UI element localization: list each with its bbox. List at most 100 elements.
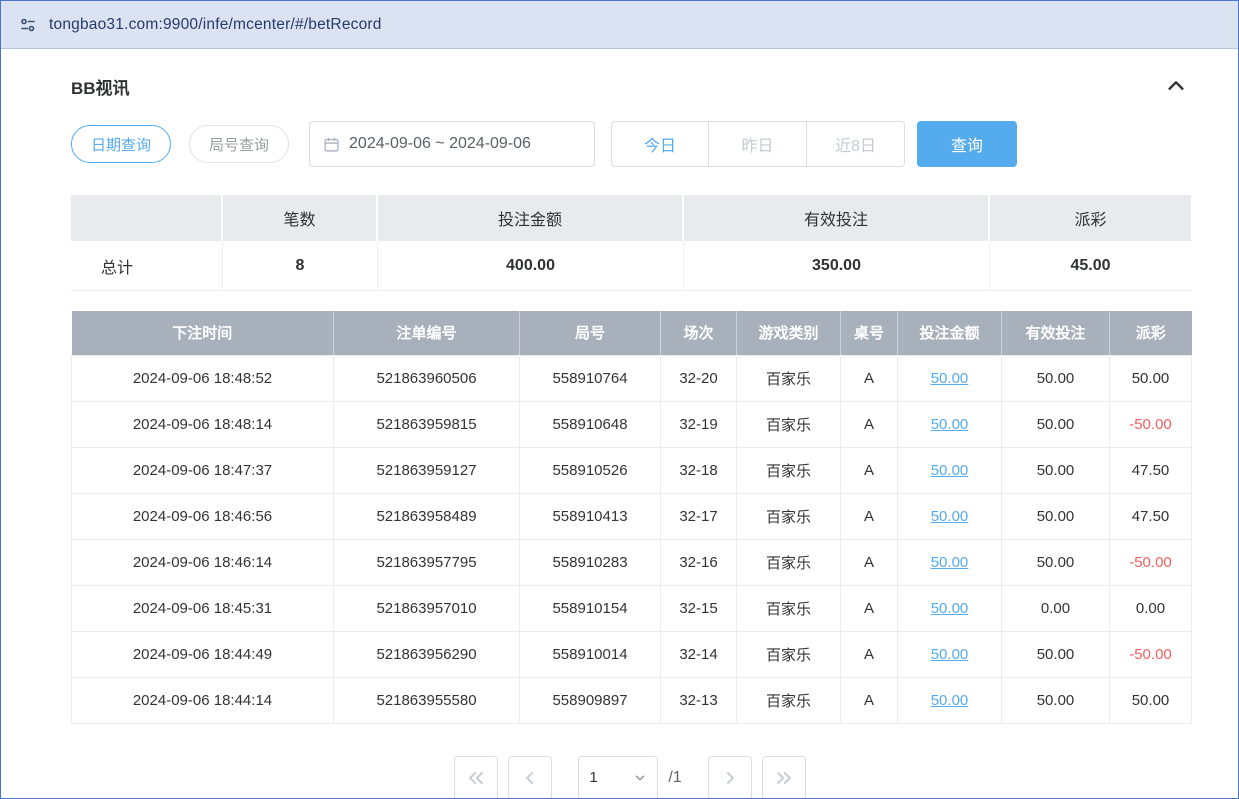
- payout-cell: -50.00: [1110, 401, 1192, 447]
- bet-amount-link[interactable]: 50.00: [931, 416, 969, 433]
- page-total-label: /1: [668, 769, 681, 787]
- bet-time-cell: 2024-09-06 18:45:31: [72, 585, 334, 631]
- bet-time-cell: 2024-09-06 18:48:52: [72, 355, 334, 401]
- summary-table: 笔数 投注金额 有效投注 派彩 总计 8 400.00 350.00 45.00: [71, 195, 1191, 291]
- last-page-button[interactable]: [762, 756, 806, 799]
- next-page-button[interactable]: [708, 756, 752, 799]
- table-row: 2024-09-06 18:44:14 521863955580 5589098…: [72, 677, 1192, 723]
- bet-amount-cell: 50.00: [898, 447, 1002, 493]
- bet-time-cell: 2024-09-06 18:46:56: [72, 493, 334, 539]
- round-no-cell: 558910154: [520, 585, 661, 631]
- bet-amount-link[interactable]: 50.00: [931, 370, 969, 387]
- chevron-right-icon: [720, 768, 740, 788]
- bet-amount-link[interactable]: 50.00: [931, 462, 969, 479]
- browser-window: tongbao31.com:9900/infe/mcenter/#/betRec…: [0, 0, 1239, 799]
- table-no-cell: A: [841, 631, 898, 677]
- summary-header-payout: 派彩: [990, 195, 1191, 241]
- payout-cell: 0.00: [1110, 585, 1192, 631]
- session-cell: 32-13: [661, 677, 737, 723]
- bet-amount-cell: 50.00: [898, 493, 1002, 539]
- bet-time-cell: 2024-09-06 18:47:37: [72, 447, 334, 493]
- header-order-no: 注单编号: [334, 311, 520, 355]
- valid-bet-cell: 50.00: [1002, 493, 1110, 539]
- payout-cell: 50.00: [1110, 677, 1192, 723]
- bet-amount-cell: 50.00: [898, 539, 1002, 585]
- yesterday-button[interactable]: 昨日: [709, 121, 807, 167]
- table-no-cell: A: [841, 677, 898, 723]
- payout-cell: 47.50: [1110, 493, 1192, 539]
- url-text[interactable]: tongbao31.com:9900/infe/mcenter/#/betRec…: [49, 16, 382, 34]
- table-no-cell: A: [841, 355, 898, 401]
- valid-bet-cell: 50.00: [1002, 447, 1110, 493]
- game-type-cell: 百家乐: [737, 539, 841, 585]
- calendar-icon: [323, 136, 340, 153]
- header-payout: 派彩: [1110, 311, 1192, 355]
- today-button[interactable]: 今日: [611, 121, 709, 167]
- session-cell: 32-18: [661, 447, 737, 493]
- order-no-cell: 521863955580: [334, 677, 520, 723]
- collapse-panel-button[interactable]: [1163, 73, 1189, 99]
- payout-cell: -50.00: [1110, 631, 1192, 677]
- valid-bet-cell: 50.00: [1002, 401, 1110, 447]
- chevron-down-icon: [633, 771, 647, 785]
- table-row: 2024-09-06 18:47:37 521863959127 5589105…: [72, 447, 1192, 493]
- pagination: 1 /1: [71, 756, 1189, 799]
- order-no-cell: 521863957010: [334, 585, 520, 631]
- bet-amount-link[interactable]: 50.00: [931, 554, 969, 571]
- payout-cell: 50.00: [1110, 355, 1192, 401]
- bet-amount-link[interactable]: 50.00: [931, 646, 969, 663]
- date-query-tab[interactable]: 日期查询: [71, 125, 171, 163]
- last-8-days-button[interactable]: 近8日: [807, 121, 905, 167]
- date-range-value: 2024-09-06 ~ 2024-09-06: [349, 135, 531, 153]
- header-valid-bet: 有效投注: [1002, 311, 1110, 355]
- summary-bet-amount-value: 400.00: [378, 241, 684, 291]
- payout-cell: -50.00: [1110, 539, 1192, 585]
- filter-bar: 日期查询 局号查询 2024-09-06 ~ 2024-09-06 今日 昨日 …: [71, 121, 1189, 167]
- page-select-value: 1: [589, 769, 597, 786]
- bet-time-cell: 2024-09-06 18:48:14: [72, 401, 334, 447]
- table-row: 2024-09-06 18:48:52 521863960506 5589107…: [72, 355, 1192, 401]
- search-button[interactable]: 查询: [917, 121, 1017, 167]
- page-select[interactable]: 1: [578, 756, 658, 799]
- valid-bet-cell: 50.00: [1002, 539, 1110, 585]
- date-range-input[interactable]: 2024-09-06 ~ 2024-09-06: [309, 121, 595, 167]
- order-no-cell: 521863957795: [334, 539, 520, 585]
- valid-bet-cell: 50.00: [1002, 355, 1110, 401]
- round-no-cell: 558910014: [520, 631, 661, 677]
- header-table-no: 桌号: [841, 311, 898, 355]
- bet-amount-link[interactable]: 50.00: [931, 508, 969, 525]
- table-row: 2024-09-06 18:48:14 521863959815 5589106…: [72, 401, 1192, 447]
- address-bar[interactable]: tongbao31.com:9900/infe/mcenter/#/betRec…: [1, 1, 1238, 49]
- header-session: 场次: [661, 311, 737, 355]
- header-bet-time: 下注时间: [72, 311, 334, 355]
- round-no-cell: 558910764: [520, 355, 661, 401]
- table-no-cell: A: [841, 539, 898, 585]
- summary-header-count: 笔数: [223, 195, 378, 241]
- valid-bet-cell: 0.00: [1002, 585, 1110, 631]
- session-cell: 32-17: [661, 493, 737, 539]
- bet-amount-link[interactable]: 50.00: [931, 692, 969, 709]
- session-cell: 32-20: [661, 355, 737, 401]
- game-type-cell: 百家乐: [737, 447, 841, 493]
- table-row: 2024-09-06 18:44:49 521863956290 5589100…: [72, 631, 1192, 677]
- bet-time-cell: 2024-09-06 18:44:49: [72, 631, 334, 677]
- prev-page-button[interactable]: [508, 756, 552, 799]
- summary-total-row: 总计 8 400.00 350.00 45.00: [71, 241, 1191, 291]
- summary-count-value: 8: [223, 241, 378, 291]
- order-no-cell: 521863958489: [334, 493, 520, 539]
- header-game-type: 游戏类别: [737, 311, 841, 355]
- summary-header-valid-bet: 有效投注: [684, 195, 990, 241]
- site-settings-icon[interactable]: [19, 16, 37, 34]
- order-no-cell: 521863959127: [334, 447, 520, 493]
- session-cell: 32-16: [661, 539, 737, 585]
- bet-amount-cell: 50.00: [898, 585, 1002, 631]
- round-query-tab[interactable]: 局号查询: [189, 125, 289, 163]
- bet-amount-link[interactable]: 50.00: [931, 600, 969, 617]
- double-chevron-left-icon: [466, 768, 486, 788]
- round-no-cell: 558909897: [520, 677, 661, 723]
- valid-bet-cell: 50.00: [1002, 631, 1110, 677]
- chevron-up-icon: [1165, 85, 1187, 100]
- game-type-cell: 百家乐: [737, 585, 841, 631]
- first-page-button[interactable]: [454, 756, 498, 799]
- bet-record-panel: BB视讯 日期查询 局号查询 2024-09-06 ~ 2024-09-06 今…: [1, 49, 1238, 799]
